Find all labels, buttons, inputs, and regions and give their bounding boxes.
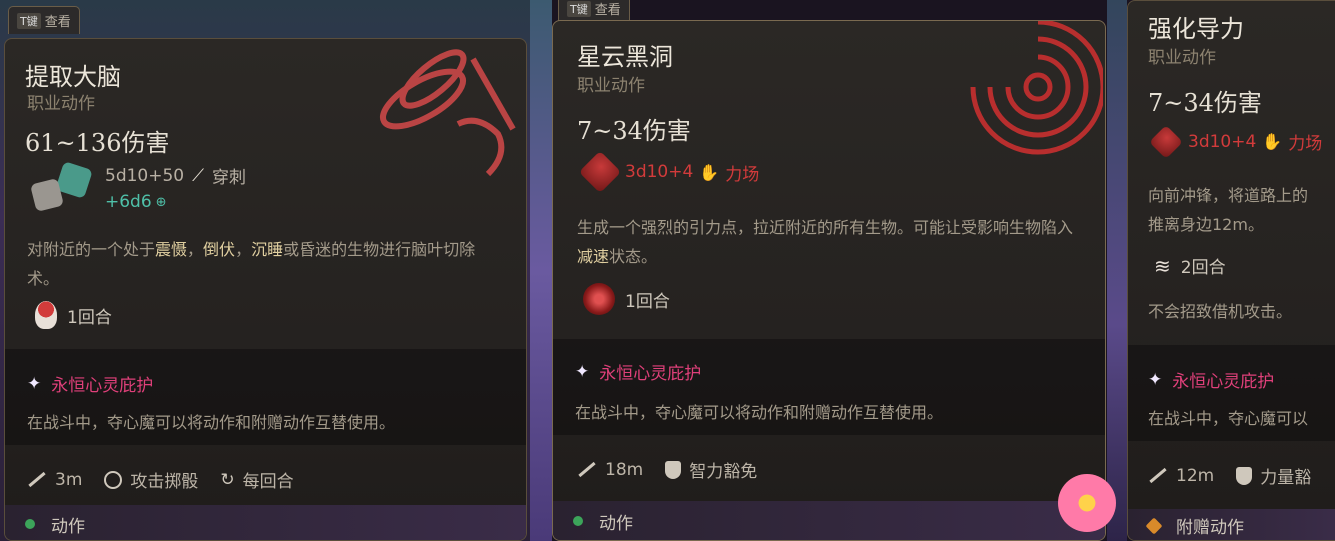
action-dot-icon [573,516,583,526]
stats-row: 12m 力量豁 [1148,463,1311,488]
sparkle-icon: ✦ [27,373,42,394]
extract-brain-art-icon [380,49,516,177]
dice-formula-red: 3d10+4 ✋ 力场 [625,162,760,185]
action-type-bar: 附赠动作 [1128,509,1335,540]
dice-info: 3d10+4 ✋ 力场 [578,150,760,194]
inspect-label: 查看 [44,15,71,30]
scene-background-gap [530,0,552,541]
black-hole-icon [583,283,615,315]
range-icon [578,461,596,478]
cost-row: 1回合 [583,283,670,315]
dagger-icon: ⟋ [192,165,205,186]
inspect-tab[interactable]: T键 查看 [8,6,80,34]
damage-range: 7~34伤害 [577,117,691,145]
action-point-icon [35,301,57,329]
cost-label: 1回合 [67,307,112,328]
ability-subtitle: 职业动作 [1148,48,1216,68]
ability-title: 星云黑洞 [577,43,673,71]
damage-range: 7~34伤害 [1148,89,1262,117]
watermark-flower-icon [1058,474,1116,532]
action-dot-icon [25,519,35,529]
dice-info: 3d10+4 ✋ 力场 [1149,124,1323,159]
inspect-tab[interactable]: T键 查看 [558,0,630,22]
range-icon [1149,467,1167,484]
tooltip-card-empowered-channel: 强化导力 职业动作 7~34伤害 3d10+4 ✋ 力场 向前冲锋，将道路上的 … [1127,0,1335,541]
inspect-label: 查看 [594,3,621,18]
crosshair-icon [104,470,123,489]
range-icon [28,471,46,488]
ability-title: 强化导力 [1148,15,1244,43]
tooltip-card-brain-extract: 提取大脑 职业动作 61~136伤害 5d10+50 ⟋ 穿刺 +6d6 ⊕ 对… [4,38,527,541]
ability-description: 生成一个强烈的引力点，拉近附近的所有生物。可能让受影响生物陷入减速状态。 [577,218,1074,266]
ability-description: 对附近的一个处于震慑，倒伏，沉睡或昏迷的生物进行脑叶切除术。 [27,240,476,288]
cost-row: 1回合 [35,301,112,329]
bonus-dice: +6d6 [105,192,152,212]
action-type-bar: 动作 [5,505,526,540]
bonus-action-icon [1145,517,1163,534]
scene-background-gap-right [1107,0,1127,541]
action-type-label: 附赠动作 [1176,518,1244,538]
force-hand-icon: ✋ [699,162,720,182]
save-stat: 智力豁免 [665,457,757,482]
action-type-label: 动作 [51,516,85,537]
plus-circle-icon: ⊕ [155,194,167,210]
check-stat: 攻击掷骰 [104,467,198,492]
stats-row: 18m 智力豁免 [577,457,757,482]
dice-formula: 5d10+50 [105,165,185,186]
ability-note: 不会招致借机攻击。 [1148,302,1293,321]
d10-dice-icon [1149,124,1183,159]
dice-icon [29,161,95,215]
ability-subtitle: 职业动作 [577,76,645,96]
d10-dice-icon [578,150,622,194]
talent-description: 在战斗中，夺心魔可以将动作和附赠动作互替使用。 [27,413,396,432]
dice-formula-red: 3d10+4 ✋ 力场 [1188,131,1323,155]
talent-name: ✦ 永恒心灵庇护 [27,373,154,397]
refresh-icon: ↻ [220,469,235,490]
ability-description: 向前冲锋，将道路上的 推离身边12m。 [1148,186,1309,234]
talent-name: ✦ 永恒心灵庇护 [575,361,702,385]
save-stat: 力量豁 [1236,463,1311,488]
ability-title: 提取大脑 [25,63,121,91]
tooltip-card-nebula-hole: 星云黑洞 职业动作 7~34伤害 3d10+4 ✋ 力场 生成一个强烈的引力点，… [552,20,1106,541]
sparkle-icon: ✦ [1148,369,1163,390]
range-stat: 18m [577,460,643,480]
stats-row: 3m 攻击掷骰 ↻ 每回合 [27,467,294,492]
cost-label: 2回合 [1180,258,1226,278]
damage-type: 穿刺 [212,168,247,188]
dash-icon: ≋ [1154,253,1171,278]
dice-info: 5d10+50 ⟋ 穿刺 +6d6 ⊕ [29,161,247,215]
cost-row: ≋ 2回合 [1154,253,1226,279]
key-hint: T键 [17,12,41,29]
sparkle-icon: ✦ [575,361,590,382]
key-hint: T键 [567,0,591,17]
talent-description: 在战斗中，夺心魔可以 [1148,409,1309,428]
recharge-stat: ↻ 每回合 [220,469,294,493]
black-hole-art-icon [970,21,1103,155]
talent-name: ✦ 永恒心灵庇护 [1148,369,1275,393]
cost-label: 1回合 [625,291,670,312]
range-stat: 3m [27,470,82,490]
shield-icon [1236,466,1253,485]
action-type-label: 动作 [599,513,633,534]
talent-description: 在战斗中，夺心魔可以将动作和附赠动作互替使用。 [575,403,944,422]
shield-icon [665,460,682,479]
ability-subtitle: 职业动作 [27,94,95,114]
damage-range: 61~136伤害 [25,129,170,157]
range-stat: 12m [1148,466,1214,486]
action-type-bar: 动作 [553,501,1105,540]
force-hand-icon: ✋ [1262,132,1283,151]
